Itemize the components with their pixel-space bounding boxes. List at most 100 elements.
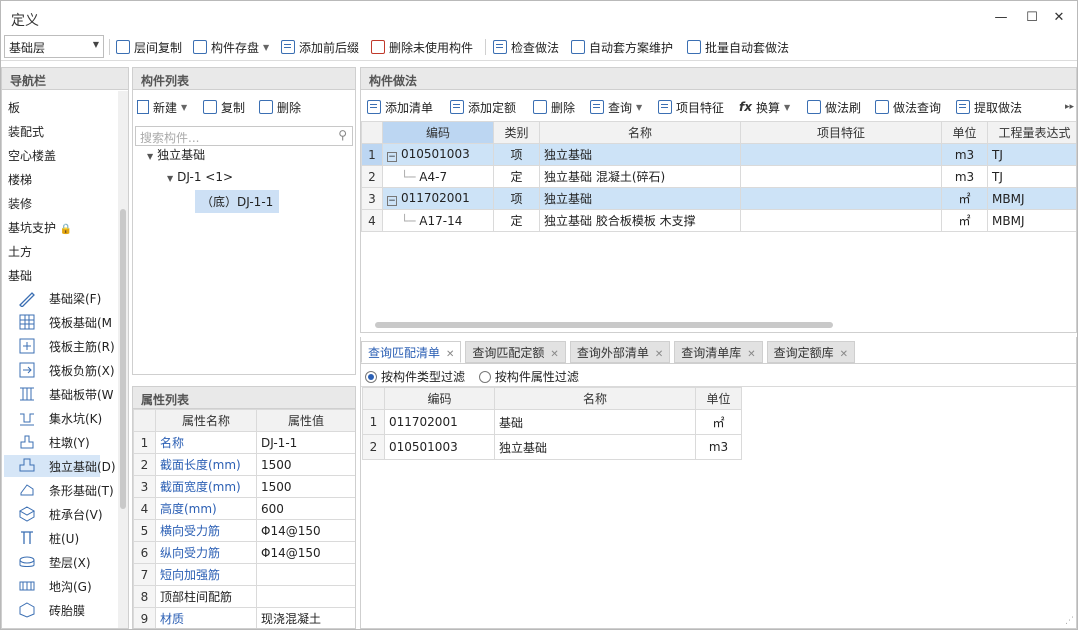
collapse-icon[interactable]: − bbox=[387, 152, 397, 162]
filter-by-type-radio[interactable]: 按构件类型过滤 bbox=[365, 370, 465, 384]
expr-cell[interactable]: TJ bbox=[987, 165, 1076, 188]
code-cell[interactable]: −010501003 bbox=[382, 143, 494, 166]
expr-cell[interactable]: MBMJ bbox=[987, 209, 1076, 232]
property-value[interactable] bbox=[256, 585, 355, 608]
copy-component-button[interactable]: 复制 bbox=[203, 97, 245, 117]
tab-quota-library[interactable]: 查询定额库 ✕ bbox=[766, 341, 856, 363]
query-row[interactable]: 2 010501003 独立基础 m3 bbox=[362, 434, 742, 460]
close-icon[interactable]: ✕ bbox=[655, 349, 663, 360]
nav-scrollbar[interactable] bbox=[118, 91, 128, 628]
close-icon[interactable]: ✕ bbox=[840, 349, 848, 360]
property-value[interactable]: 1500 bbox=[256, 475, 355, 498]
property-value[interactable]: DJ-1-1 bbox=[256, 431, 355, 454]
tree-child[interactable]: ▼ DJ-1 <1> bbox=[167, 170, 233, 184]
method-row[interactable]: 4 └─ A17-14 定独立基础 胶合板模板 木支撑㎡ MBMJ bbox=[361, 209, 1076, 232]
method-hscroll-thumb[interactable] bbox=[375, 322, 833, 328]
property-row[interactable]: 9 材质 现浇混凝土 bbox=[133, 607, 355, 628]
name-cell[interactable]: 独立基础 bbox=[539, 143, 741, 166]
batch-auto-button[interactable]: 批量自动套做法 bbox=[687, 37, 789, 57]
nav-item-hollow-floor[interactable]: 空心楼盖 bbox=[8, 147, 56, 164]
property-value[interactable]: Φ14@150 bbox=[256, 519, 355, 542]
nav-item-decoration[interactable]: 装修 bbox=[8, 195, 32, 212]
nav-sub-pile-cap[interactable]: 桩承台(V) bbox=[18, 503, 103, 525]
floor-select[interactable]: 基础层 ▼ bbox=[4, 35, 104, 58]
new-component-button[interactable]: 新建 ▼ bbox=[137, 97, 187, 117]
property-row[interactable]: 3 截面宽度(mm) 1500 bbox=[133, 475, 355, 498]
type-cell[interactable]: 项 bbox=[493, 187, 540, 210]
tab-external-list[interactable]: 查询外部清单 ✕ bbox=[569, 341, 671, 363]
component-search-input[interactable]: 搜索构件... ⚲ bbox=[135, 126, 353, 146]
item-feature-button[interactable]: 项目特征 bbox=[658, 97, 724, 117]
property-row[interactable]: 5 横向受力筋 Φ14@150 bbox=[133, 519, 355, 542]
nav-sub-trench[interactable]: 地沟(G) bbox=[18, 575, 92, 597]
expr-cell[interactable]: MBMJ bbox=[987, 187, 1076, 210]
name-cell[interactable]: 独立基础 bbox=[539, 187, 741, 210]
check-method-button[interactable]: 检查做法 bbox=[493, 37, 559, 57]
col-unit[interactable]: 单位 bbox=[941, 121, 988, 144]
feature-cell[interactable] bbox=[740, 143, 942, 166]
tab-match-quota[interactable]: 查询匹配定额 ✕ bbox=[465, 341, 566, 363]
unit-cell[interactable]: ㎡ bbox=[941, 209, 988, 232]
nav-sub-isolated-footing[interactable]: 独立基础(D) bbox=[4, 455, 116, 477]
property-row[interactable]: 1 名称 DJ-1-1 bbox=[133, 431, 355, 454]
method-row[interactable]: 3−011702001 项独立基础㎡ MBMJ bbox=[361, 187, 1076, 210]
delete-method-button[interactable]: 删除 bbox=[533, 97, 575, 117]
nav-item-stairs[interactable]: 楼梯 bbox=[8, 171, 32, 188]
nav-item-foundation[interactable]: 基础 bbox=[8, 267, 32, 284]
collapse-icon[interactable]: − bbox=[387, 196, 397, 206]
nav-sub-sump[interactable]: 集水坑(K) bbox=[18, 407, 102, 429]
tab-match-list[interactable]: 查询匹配清单 ✕ bbox=[361, 341, 462, 363]
nav-scroll-thumb[interactable] bbox=[120, 209, 126, 509]
method-row[interactable]: 1−010501003 项独立基础 m3 TJ bbox=[361, 143, 1076, 166]
feature-cell[interactable] bbox=[740, 165, 942, 188]
convert-button[interactable]: fx 换算 ▼ bbox=[739, 97, 790, 117]
filter-by-attr-radio[interactable]: 按构件属性过滤 bbox=[478, 370, 579, 384]
extract-method-button[interactable]: 提取做法 bbox=[956, 97, 1022, 117]
delete-unused-button[interactable]: 删除未使用构件 bbox=[371, 37, 473, 57]
q-name-cell[interactable]: 基础 bbox=[494, 409, 696, 435]
code-cell[interactable]: └─ A17-14 bbox=[382, 209, 494, 232]
property-value[interactable]: 1500 bbox=[256, 453, 355, 476]
code-cell[interactable]: └─ A4-7 bbox=[382, 165, 494, 188]
nav-sub-raft-main-bar[interactable]: 筏板主筋(R) bbox=[18, 335, 115, 357]
delete-component-button[interactable]: 删除 bbox=[259, 97, 301, 117]
nav-sub-foundation-beam[interactable]: 基础梁(F) bbox=[18, 287, 101, 309]
property-row[interactable]: 4 高度(mm) 600 bbox=[133, 497, 355, 520]
name-cell[interactable]: 独立基础 胶合板模板 木支撑 bbox=[539, 209, 741, 232]
nav-sub-strip-footing[interactable]: 条形基础(T) bbox=[18, 479, 114, 501]
q-code-cell[interactable]: 010501003 bbox=[384, 434, 495, 460]
feature-cell[interactable] bbox=[740, 209, 942, 232]
maximize-icon[interactable]: ☐ bbox=[1017, 6, 1047, 30]
search-icon[interactable]: ⚲ bbox=[338, 128, 347, 142]
property-value[interactable]: Φ14@150 bbox=[256, 541, 355, 564]
query-button[interactable]: 查询 ▼ bbox=[590, 97, 642, 117]
nav-item-pit-support[interactable]: 基坑支护 🔒 bbox=[8, 219, 72, 236]
type-cell[interactable]: 定 bbox=[493, 165, 540, 188]
close-icon[interactable]: ✕ bbox=[446, 349, 454, 360]
auto-scheme-button[interactable]: 自动套方案维护 bbox=[571, 37, 673, 57]
property-value[interactable]: 600 bbox=[256, 497, 355, 520]
method-row[interactable]: 2 └─ A4-7 定独立基础 混凝土(碎石) m3 TJ bbox=[361, 165, 1076, 188]
nav-item-slab[interactable]: 板 bbox=[8, 99, 20, 116]
unit-cell[interactable]: m3 bbox=[941, 165, 988, 188]
add-prefix-button[interactable]: 添加前后缀 bbox=[281, 37, 359, 57]
add-list-button[interactable]: 添加清单 bbox=[367, 97, 433, 117]
code-cell[interactable]: −011702001 bbox=[382, 187, 494, 210]
property-value[interactable] bbox=[256, 563, 355, 586]
unit-cell[interactable]: m3 bbox=[941, 143, 988, 166]
feature-cell[interactable] bbox=[740, 187, 942, 210]
nav-sub-pier[interactable]: 柱墩(Y) bbox=[18, 431, 90, 453]
nav-sub-raft-neg-bar[interactable]: 筏板负筋(X) bbox=[18, 359, 115, 381]
property-row[interactable]: 8 顶部柱间配筋 bbox=[133, 585, 355, 608]
close-icon[interactable]: ✕ bbox=[747, 349, 755, 360]
add-quota-button[interactable]: 添加定额 bbox=[450, 97, 516, 117]
nav-sub-cushion[interactable]: 垫层(X) bbox=[18, 551, 91, 573]
type-cell[interactable]: 定 bbox=[493, 209, 540, 232]
expr-cell[interactable]: TJ bbox=[987, 143, 1076, 166]
col-type[interactable]: 类别 bbox=[493, 121, 540, 144]
q-code-cell[interactable]: 011702001 bbox=[384, 409, 495, 435]
resize-grip-icon[interactable]: ⋰ bbox=[1065, 616, 1074, 626]
nav-sub-slab-strip[interactable]: 基础板带(W bbox=[18, 383, 114, 405]
copy-floor-button[interactable]: 层间复制 bbox=[116, 37, 182, 57]
tree-root[interactable]: ▼ 独立基础 bbox=[147, 146, 205, 163]
